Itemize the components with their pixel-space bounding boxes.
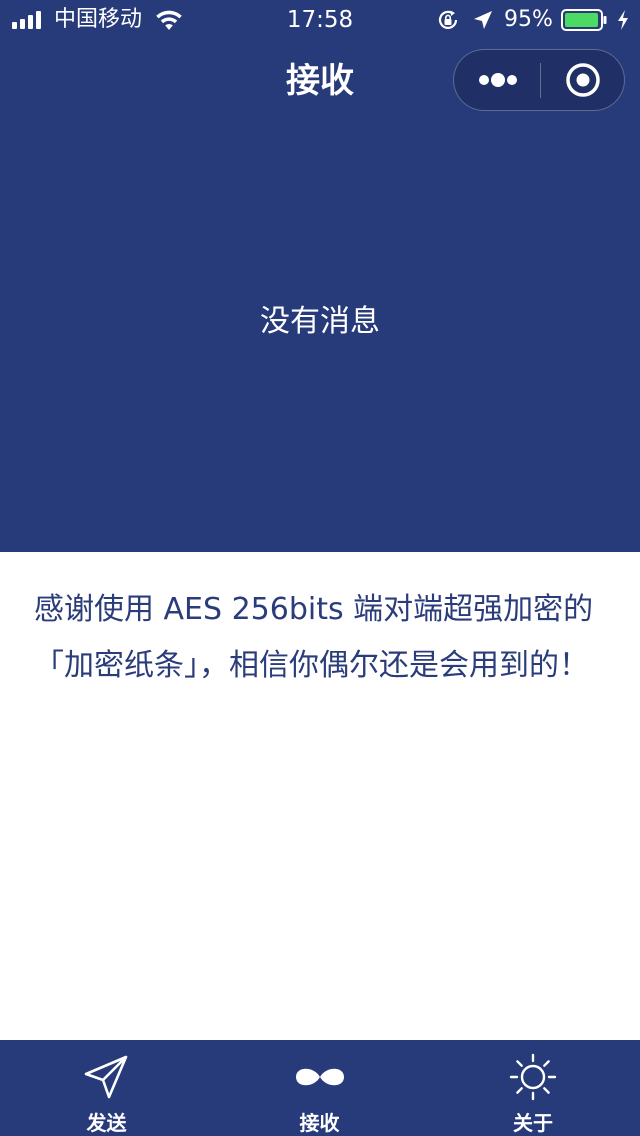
circle-target-icon — [566, 63, 600, 97]
tab-send-label: 发送 — [86, 1111, 127, 1135]
tab-send[interactable]: 发送 — [0, 1040, 213, 1136]
tab-receive[interactable]: 接收 — [213, 1040, 426, 1136]
battery-icon — [561, 9, 607, 31]
send-icon — [84, 1055, 127, 1099]
empty-message: 没有消息 — [260, 304, 380, 339]
charging-bolt-icon — [618, 10, 628, 30]
thanks-text: 感谢使用 AES 256bits 端对端超强加密的「加密纸条」，相信你偶尔还是会… — [34, 592, 594, 683]
tab-receive-label: 接收 — [299, 1111, 340, 1135]
more-button[interactable] — [454, 50, 540, 110]
tab-about[interactable]: 关于 — [426, 1040, 640, 1136]
rotation-lock-icon — [438, 10, 458, 29]
status-bar: 中国移动 17:58 95% — [0, 0, 640, 40]
battery-percent: 95% — [504, 7, 553, 32]
more-dots-icon — [479, 73, 517, 87]
header-area: 中国移动 17:58 95% 接收 没有消息 — [0, 0, 640, 552]
sun-icon — [509, 1053, 557, 1101]
close-button[interactable] — [541, 50, 625, 110]
mini-program-capsule — [453, 49, 625, 111]
tab-bar: 发送 接收 关于 — [0, 1040, 640, 1136]
location-arrow-icon — [474, 11, 492, 29]
tab-about-label: 关于 — [513, 1111, 553, 1135]
infinity-icon — [295, 1068, 344, 1086]
